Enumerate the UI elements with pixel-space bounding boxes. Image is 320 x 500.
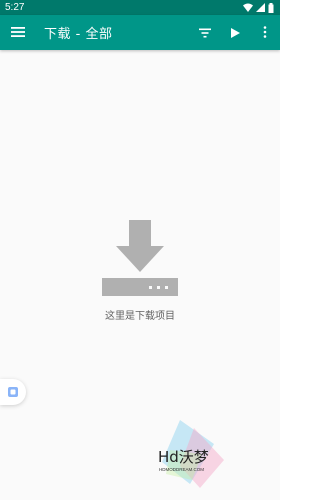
download-icon — [102, 220, 178, 298]
assistant-icon — [7, 383, 19, 402]
floating-side-button[interactable] — [0, 379, 26, 405]
more-vert-icon — [263, 23, 267, 42]
toolbar-actions — [190, 15, 280, 50]
filter-button[interactable] — [190, 15, 220, 50]
start-all-button[interactable] — [220, 15, 250, 50]
status-bar: 5:27 — [0, 0, 280, 15]
app-bar: 下载 - 全部 — [0, 15, 280, 50]
menu-button[interactable] — [0, 15, 36, 50]
menu-icon — [11, 23, 25, 42]
battery-icon — [268, 2, 274, 13]
filter-icon — [199, 23, 211, 42]
screen: 5:27 下载 - 全部 这里是下载项目 Hd沃梦 HDMODDREAM.COM — [0, 0, 280, 500]
svg-text:Hd沃梦: Hd沃梦 — [158, 448, 209, 466]
status-time: 5:27 — [5, 2, 25, 13]
empty-state: 这里是下载项目 — [0, 220, 280, 322]
svg-text:HDMODDREAM.COM: HDMODDREAM.COM — [159, 467, 204, 472]
play-icon — [230, 23, 240, 42]
status-icons — [243, 2, 274, 13]
watermark: Hd沃梦 HDMODDREAM.COM — [150, 420, 230, 490]
more-options-button[interactable] — [250, 15, 280, 50]
signal-icon — [256, 3, 265, 12]
wifi-icon — [243, 3, 253, 12]
empty-message: 这里是下载项目 — [105, 311, 175, 322]
page-title: 下载 - 全部 — [44, 27, 113, 42]
